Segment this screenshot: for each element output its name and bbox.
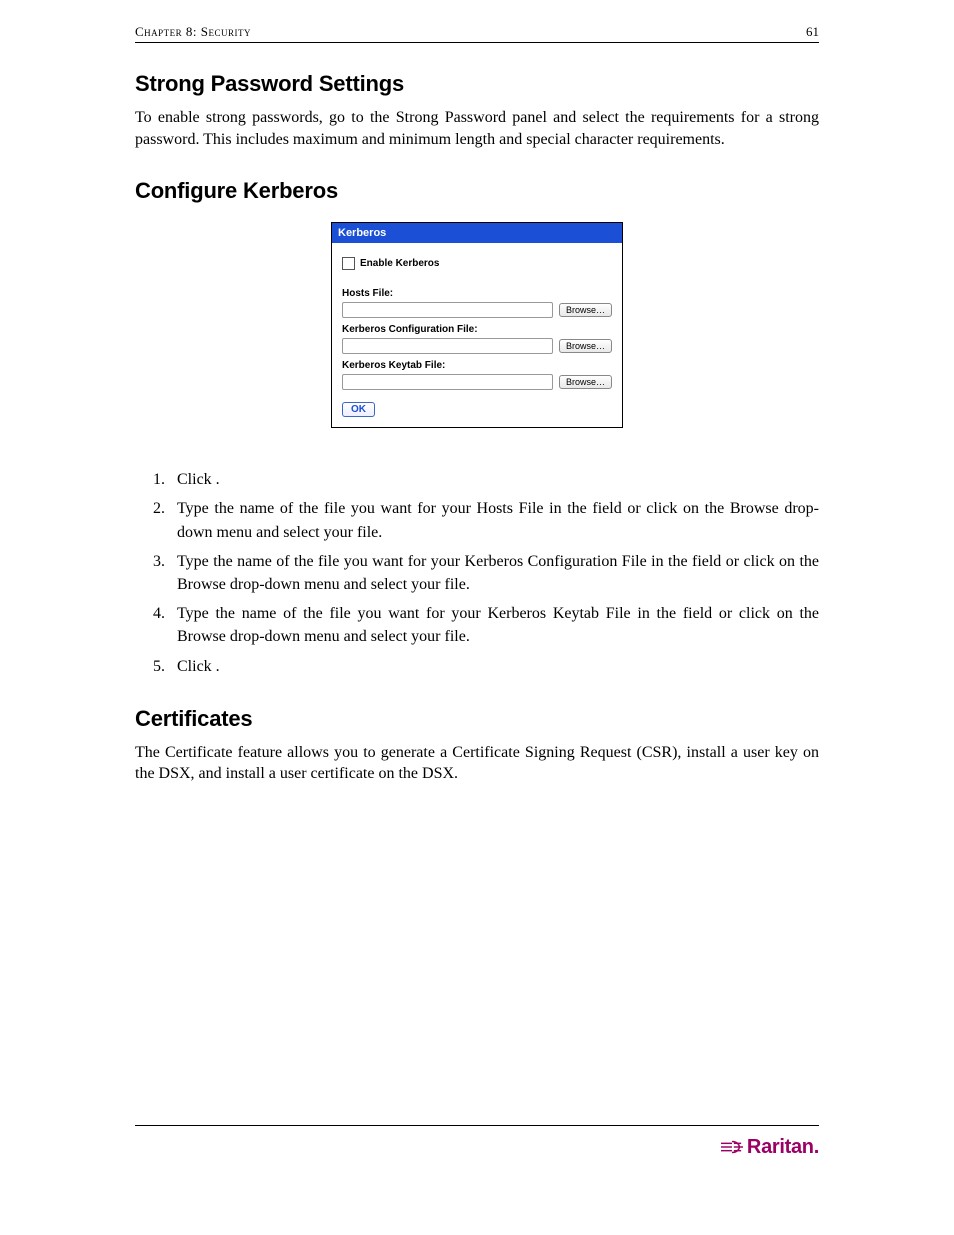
keytab-file-label: Kerberos Keytab File: xyxy=(342,360,612,371)
page-header: Chapter 8: Security 61 xyxy=(135,24,819,43)
kerberos-steps: Click . Type the name of the file you wa… xyxy=(147,468,819,678)
hosts-file-row: Browse… xyxy=(342,302,612,318)
heading-certificates: Certificates xyxy=(135,706,819,732)
keytab-browse-button[interactable]: Browse… xyxy=(559,375,612,389)
enable-kerberos-row: Enable Kerberos xyxy=(342,257,612,270)
keytab-file-input[interactable] xyxy=(342,374,553,390)
kerberos-panel: Kerberos Enable Kerberos Hosts File: Bro… xyxy=(331,222,623,428)
step-1: Click . xyxy=(169,468,819,491)
step-3: Type the name of the file you want for y… xyxy=(169,550,819,596)
paragraph-certificates: The Certificate feature allows you to ge… xyxy=(135,742,819,785)
enable-kerberos-label: Enable Kerberos xyxy=(360,258,439,269)
brand-logo: Raritan. xyxy=(721,1136,819,1159)
config-file-row: Browse… xyxy=(342,338,612,354)
brand-text: Raritan. xyxy=(747,1136,819,1159)
enable-kerberos-checkbox[interactable] xyxy=(342,257,355,270)
page-footer: Raritan. xyxy=(135,1125,819,1159)
kerberos-panel-body: Enable Kerberos Hosts File: Browse… Kerb… xyxy=(332,243,622,427)
kerberos-panel-title: Kerberos xyxy=(332,223,622,243)
config-file-label: Kerberos Configuration File: xyxy=(342,324,612,335)
config-browse-button[interactable]: Browse… xyxy=(559,339,612,353)
hosts-file-input[interactable] xyxy=(342,302,553,318)
paragraph-strong-password: To enable strong passwords, go to the St… xyxy=(135,107,819,150)
hosts-file-label: Hosts File: xyxy=(342,288,612,299)
hosts-browse-button[interactable]: Browse… xyxy=(559,303,612,317)
step-2: Type the name of the file you want for y… xyxy=(169,497,819,543)
ok-button[interactable]: OK xyxy=(342,402,375,417)
heading-configure-kerberos: Configure Kerberos xyxy=(135,178,819,204)
page-content: Chapter 8: Security 61 Strong Password S… xyxy=(0,0,954,1179)
keytab-file-row: Browse… xyxy=(342,374,612,390)
step-5: Click . xyxy=(169,655,819,678)
raritan-logo-icon xyxy=(721,1139,743,1155)
chapter-label: Chapter 8: Security xyxy=(135,24,251,40)
heading-strong-password: Strong Password Settings xyxy=(135,71,819,97)
page-number: 61 xyxy=(806,24,819,40)
config-file-input[interactable] xyxy=(342,338,553,354)
step-4: Type the name of the file you want for y… xyxy=(169,602,819,648)
kerberos-figure: Kerberos Enable Kerberos Hosts File: Bro… xyxy=(135,222,819,428)
